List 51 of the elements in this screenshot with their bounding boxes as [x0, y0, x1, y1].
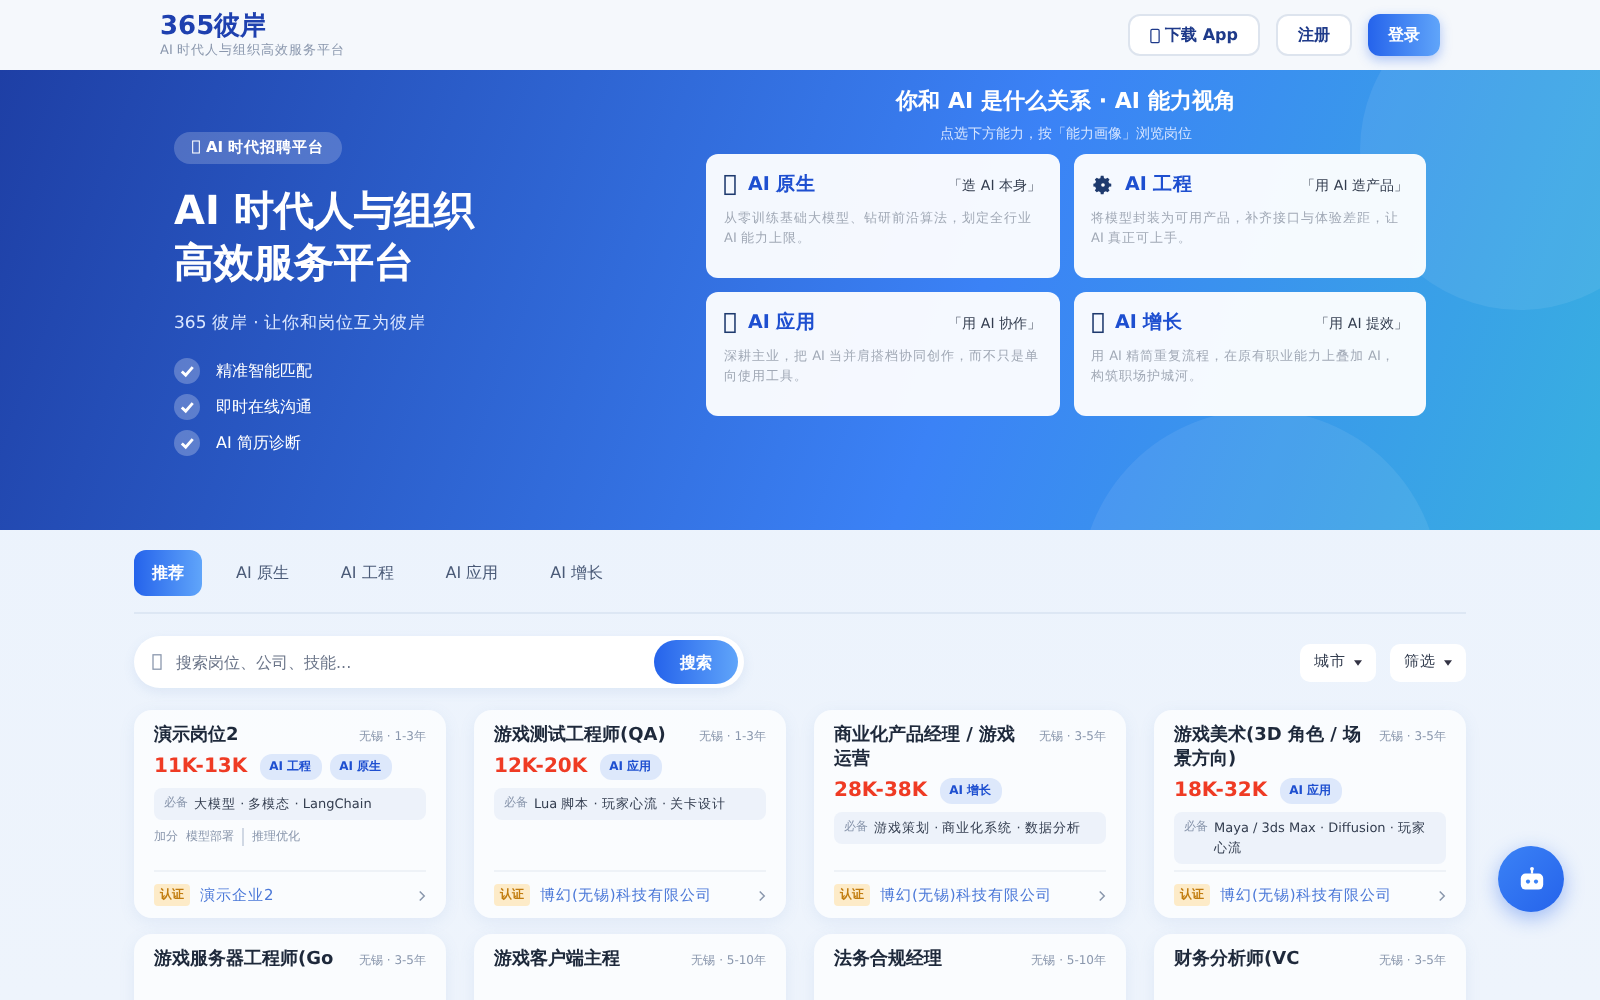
caret-icon [1444, 659, 1452, 665]
salary: 28K-38K [834, 780, 928, 802]
hero-title: AI 时代人与组织 高效服务平台 [174, 183, 474, 287]
ability-name: AI 应用 [748, 310, 819, 336]
chevron-right-icon [1438, 889, 1446, 901]
chevron-right-icon [1098, 889, 1106, 901]
search-field[interactable]: 搜索岗位、公司、技能... 搜索 [134, 636, 744, 688]
box-icon [152, 654, 162, 670]
phone-icon [1149, 27, 1160, 43]
download-app-button[interactable]: 下载 App [1127, 14, 1260, 56]
job-title: 法务合规经理 [834, 948, 942, 972]
ability-name: AI 工程 [1125, 172, 1196, 198]
job-title: 财务分析师(VC [1174, 948, 1300, 972]
box-icon [192, 140, 200, 154]
hero-subtitle: 365 彼岸 · 让你和岗位互为彼岸 [174, 311, 429, 335]
category-tab[interactable]: AI 工程 [322, 550, 412, 596]
job-title: 游戏服务器工程师(Go [154, 948, 334, 972]
category-tab[interactable]: AI 原生 [218, 550, 307, 596]
check-icon [174, 429, 200, 455]
job-title: 演示岗位2 [154, 724, 239, 748]
salary: 18K-32K [1174, 780, 1268, 802]
ability-name: AI 增长 [1115, 310, 1186, 336]
chatbot-button[interactable] [1498, 846, 1564, 912]
login-button[interactable]: 登录 [1368, 14, 1440, 56]
category-tab[interactable]: AI 增长 [532, 550, 621, 596]
job-title: 商业化产品经理 / 游戏运营 [834, 724, 1018, 772]
box-icon [724, 174, 736, 196]
salary: 11K-13K [154, 756, 248, 778]
check-icon [174, 357, 200, 383]
job-title: 游戏美术(3D 角色 / 场景方向) [1174, 724, 1364, 772]
robot-icon [1515, 863, 1547, 895]
check-icon [174, 393, 200, 419]
chevron-right-icon [418, 889, 426, 901]
category-tab[interactable]: 推荐 [134, 550, 202, 596]
job-title: 游戏客户端主程 [494, 948, 620, 972]
ability-name: AI 原生 [748, 172, 819, 198]
register-button[interactable]: 注册 [1276, 14, 1352, 56]
panel-title: 你和 AI 是什么关系 · AI 能力视角 [893, 86, 1238, 116]
chevron-right-icon [758, 889, 766, 901]
caret-icon [1354, 659, 1362, 665]
category-tab[interactable]: AI 应用 [427, 550, 517, 596]
gear-icon [1091, 174, 1113, 196]
logo-text[interactable]: 365彼岸 [160, 11, 345, 41]
feature-text: 即时在线沟通 [216, 395, 312, 417]
job-title: 游戏测试工程师(QA) [494, 724, 666, 748]
feature-text: 精准智能匹配 [216, 359, 312, 381]
salary: 12K-20K [494, 756, 588, 778]
box-icon [1091, 312, 1103, 334]
feature-text: AI 简历诊断 [216, 431, 301, 453]
box-icon [724, 312, 736, 334]
search-button[interactable]: 搜索 [654, 640, 738, 684]
